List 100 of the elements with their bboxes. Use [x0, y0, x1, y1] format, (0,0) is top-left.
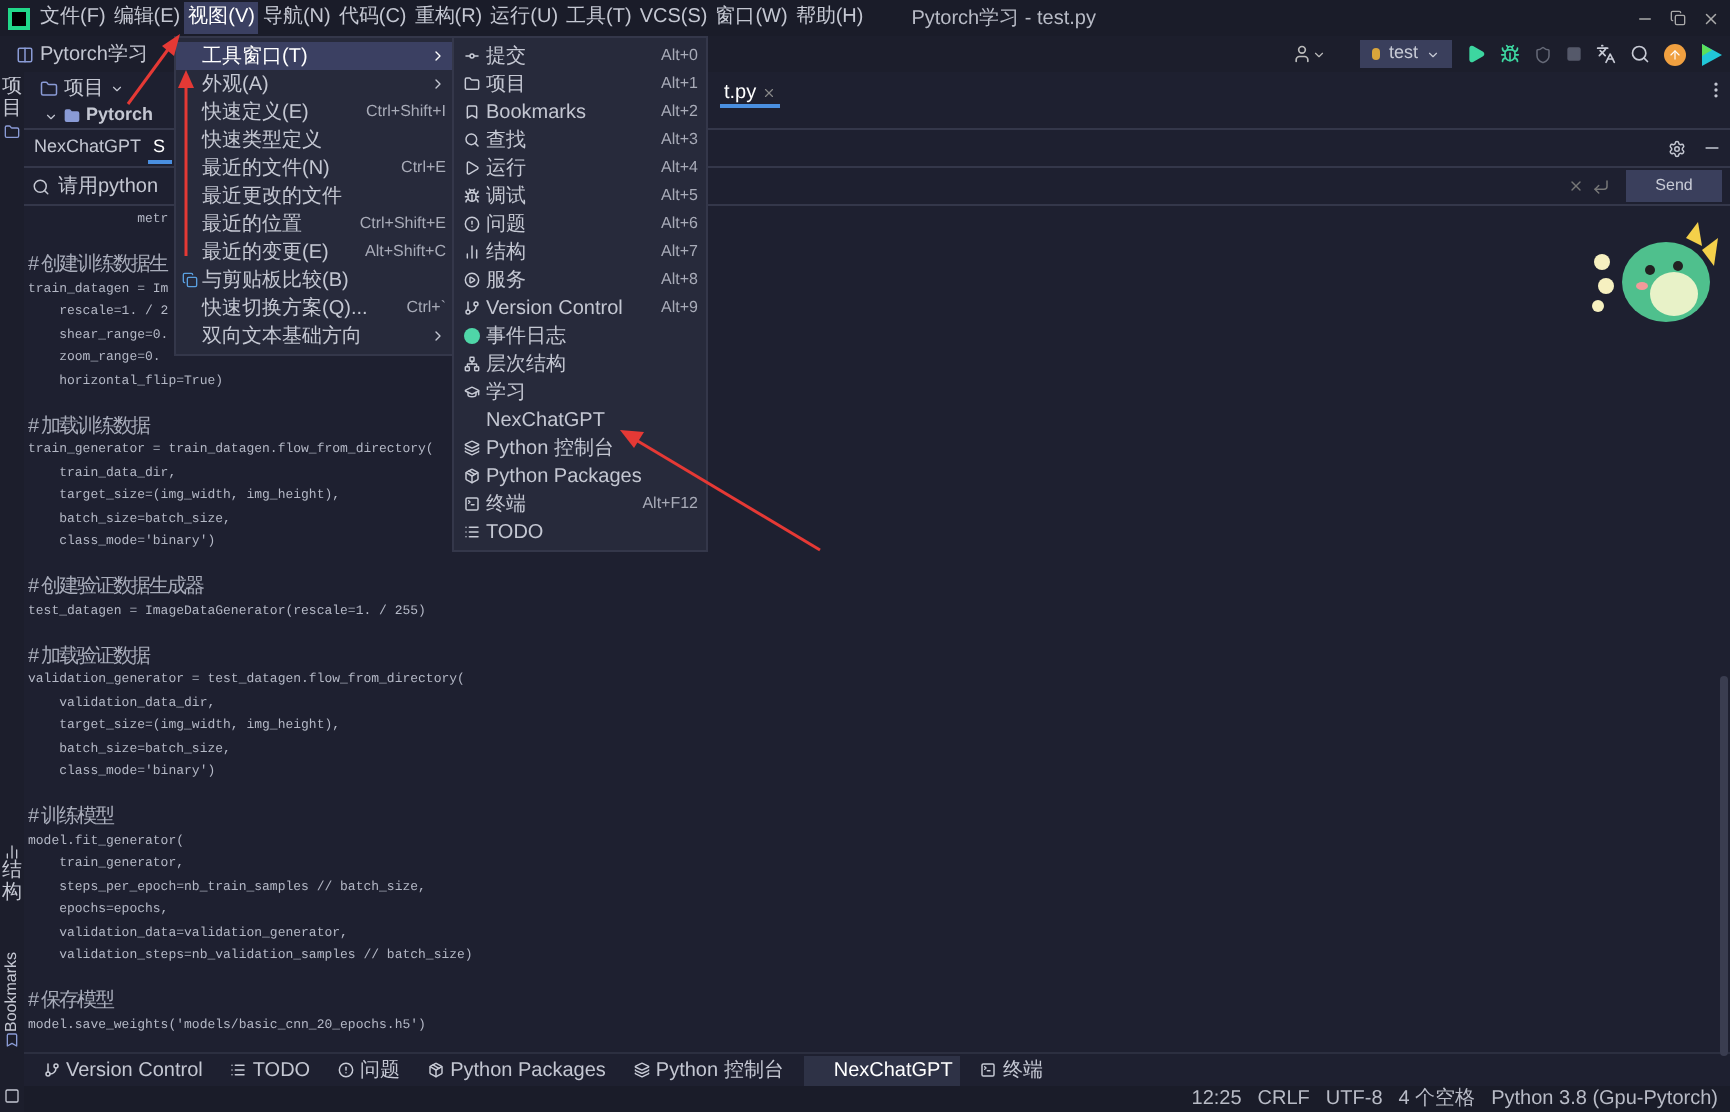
close-icon[interactable]	[1702, 9, 1720, 27]
menu-item[interactable]: 帮助(H)	[791, 2, 868, 34]
menu-item[interactable]: 视图(V)	[184, 2, 259, 34]
menu-entry[interactable]: Python Packages	[454, 462, 706, 490]
menu-entry[interactable]: 终端 Alt+F12	[454, 490, 706, 518]
tool-window-button[interactable]: Python 控制台	[625, 1055, 792, 1085]
code-comment: # 创建训练数据生	[28, 254, 167, 277]
menu-entry[interactable]: 层次结构	[454, 350, 706, 378]
caret-icon	[110, 81, 124, 95]
menu-entry[interactable]: 调试 Alt+5	[454, 182, 706, 210]
tool-window-button[interactable]: NexChatGPT	[803, 1055, 961, 1085]
restore-icon[interactable]	[1670, 10, 1686, 26]
menu-entry[interactable]: Python 控制台	[454, 434, 706, 462]
code-comment: # 训练模型	[28, 806, 113, 829]
services-icon	[463, 272, 479, 288]
coverage-icon[interactable]	[1534, 45, 1552, 63]
run-icon[interactable]	[1466, 44, 1486, 64]
menu-entry[interactable]: 最近更改的文件	[176, 182, 452, 210]
menu-entry[interactable]: 最近的文件(N) Ctrl+E	[176, 154, 452, 182]
user-icon[interactable]	[1292, 44, 1327, 64]
search-icon	[463, 132, 479, 148]
update-icon[interactable]	[1664, 43, 1686, 65]
tool-window-button[interactable]: 终端	[972, 1055, 1051, 1085]
run-config-dropdown[interactable]: test	[1360, 40, 1452, 68]
structure-icon	[463, 244, 479, 260]
menu-entry[interactable]: 结构 Alt+7	[454, 238, 706, 266]
prompt-field[interactable]: 请用python	[24, 168, 168, 204]
status-item[interactable]: 4 个空格	[1398, 1087, 1476, 1111]
bookmarks-tool-tab[interactable]: Bookmarks	[0, 951, 24, 1032]
structure-icon	[4, 843, 20, 860]
scrollbar-thumb[interactable]	[1720, 675, 1728, 1055]
expand-icon[interactable]	[44, 109, 58, 123]
tool-window-button[interactable]: Version Control	[36, 1055, 211, 1085]
clear-icon[interactable]	[1568, 178, 1584, 194]
menu-entry[interactable]: 与剪贴板比较(B)	[176, 266, 452, 294]
tool-window-button[interactable]: 问题	[330, 1055, 409, 1085]
status-item[interactable]: CRLF	[1257, 1087, 1310, 1111]
menu-entry[interactable]: 快速切换方案(Q)... Ctrl+`	[176, 294, 452, 322]
project-icon	[16, 45, 34, 63]
project-name[interactable]: Pytorch学习	[40, 39, 148, 69]
menu-entry[interactable]: 快速类型定义	[176, 126, 452, 154]
menu-item[interactable]: 工具(T)	[562, 2, 636, 34]
layout-icon[interactable]	[4, 1088, 20, 1104]
menu-entry[interactable]: 学习	[454, 378, 706, 406]
app-logo-icon	[8, 7, 30, 29]
menu-entry[interactable]: 运行 Alt+4	[454, 154, 706, 182]
menu-entry[interactable]: Version Control Alt+9	[454, 294, 706, 322]
menu-entry[interactable]: NexChatGPT	[454, 406, 706, 434]
list-icon	[230, 1062, 247, 1078]
menu-entry[interactable]: 事件日志	[454, 322, 706, 350]
terminal-icon	[980, 1062, 997, 1078]
compare-icon	[181, 272, 197, 288]
menu-entry[interactable]: 项目 Alt+1	[454, 70, 706, 98]
menu-entry[interactable]: 双向文本基础方向	[176, 322, 452, 350]
menu-entry[interactable]: 最近的位置 Ctrl+Shift+E	[176, 210, 452, 238]
menu-item[interactable]: 运行(U)	[486, 2, 563, 34]
tool-window-tab[interactable]: NexChatGPT	[28, 132, 148, 164]
menu-entry[interactable]: TODO	[454, 518, 706, 546]
search-icon[interactable]	[1630, 44, 1650, 64]
editor-tab[interactable]: t.py	[720, 80, 781, 108]
menu-item[interactable]: 编辑(E)	[109, 2, 185, 34]
menu-entry[interactable]: Bookmarks Alt+2	[454, 98, 706, 126]
play-icon	[463, 160, 479, 176]
close-icon[interactable]	[762, 85, 777, 99]
debug-icon[interactable]	[1500, 44, 1520, 64]
code-comment: # 加载验证数据	[28, 645, 149, 668]
settings-icon[interactable]	[1668, 139, 1686, 157]
alert-icon	[338, 1062, 355, 1078]
branch-icon	[463, 300, 479, 316]
status-item[interactable]: UTF-8	[1325, 1087, 1383, 1111]
menu-entry[interactable]: 查找 Alt+3	[454, 126, 706, 154]
send-button[interactable]: Send	[1626, 170, 1722, 202]
menu-entry[interactable]: 最近的变更(E) Alt+Shift+C	[176, 238, 452, 266]
project-view-dropdown[interactable]: 项目	[64, 73, 104, 103]
structure-tool-tab[interactable]: 结构	[2, 859, 22, 904]
menu-entry[interactable]: 服务 Alt+8	[454, 266, 706, 294]
tree-item[interactable]: Pytorch	[86, 102, 154, 130]
newline-icon[interactable]	[1592, 177, 1610, 195]
plugin-logo-icon[interactable]	[1700, 43, 1722, 65]
menu-item[interactable]: 文件(F)	[36, 2, 110, 34]
menu-item[interactable]: 窗口(W)	[711, 2, 792, 34]
project-tool-tab[interactable]: 项目	[2, 76, 22, 120]
menu-item[interactable]: 代码(C)	[334, 2, 411, 34]
commit-icon	[463, 48, 479, 64]
menu-entry[interactable]: 外观(A)	[176, 70, 452, 98]
stop-icon[interactable]	[1566, 46, 1582, 62]
status-item[interactable]: Python 3.8 (Gpu-Pytorch)	[1491, 1087, 1718, 1111]
tool-window-button[interactable]: TODO	[222, 1055, 319, 1085]
package-icon	[463, 468, 479, 484]
status-item[interactable]: 12:25	[1191, 1087, 1242, 1111]
menu-entry[interactable]: 快速定义(E) Ctrl+Shift+I	[176, 98, 452, 126]
tool-window-button[interactable]: Python Packages	[420, 1055, 614, 1085]
menu-item[interactable]: VCS(S)	[635, 2, 712, 34]
menu-entry[interactable]: 提交 Alt+0	[454, 42, 706, 70]
menu-item[interactable]: 重构(R)	[410, 2, 487, 34]
translate-icon[interactable]	[1596, 44, 1616, 64]
menu-entry[interactable]: 工具窗口(T)	[176, 42, 452, 70]
menu-entry[interactable]: 问题 Alt+6	[454, 210, 706, 238]
graduation-cap-icon	[463, 384, 479, 400]
menu-item[interactable]: 导航(N)	[258, 2, 335, 34]
